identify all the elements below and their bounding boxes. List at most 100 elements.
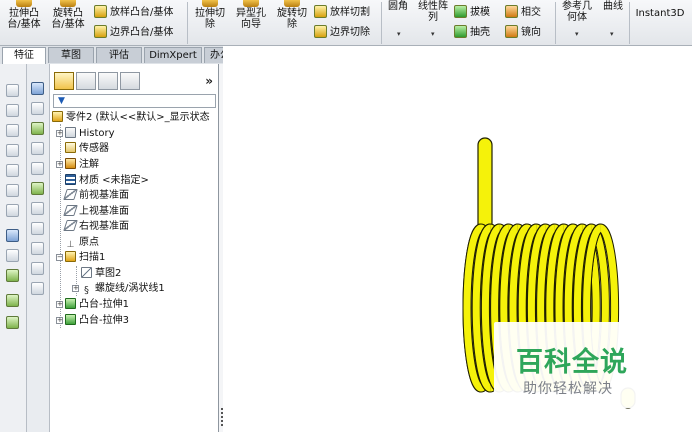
view-icon[interactable] (6, 104, 19, 117)
fillet-dropdown-icon[interactable]: ▾ (397, 30, 401, 38)
tree-item-front-plane[interactable]: 前视基准面 (63, 188, 129, 203)
tool-icon[interactable] (31, 122, 44, 135)
tab-dimxpert[interactable]: DimXpert (144, 47, 202, 63)
instant3d-button[interactable]: Instant3D (632, 0, 688, 44)
view-icon[interactable] (6, 144, 19, 157)
tree-item-sketch2[interactable]: 草图2 (81, 266, 121, 281)
tab-sketch-label: 草图 (61, 50, 81, 61)
tree-item-helix[interactable]: + § 螺旋线/涡状线1 (72, 281, 165, 296)
tree-item-annotations[interactable]: + 注解 (56, 157, 99, 172)
boss-extrude-icon (65, 298, 76, 309)
tree-item-label: 材质 <未指定> (79, 175, 149, 186)
expand-icon[interactable]: + (56, 161, 63, 168)
tool-icon[interactable] (31, 142, 44, 155)
fillet-label: 圆角 (388, 1, 408, 12)
view-icon[interactable] (6, 184, 19, 197)
intersect-label: 相交 (521, 7, 541, 18)
revolve-cut-button[interactable]: 旋转切 除 (272, 0, 312, 44)
curves-dropdown-icon[interactable]: ▾ (610, 30, 614, 38)
tree-item-label: 前视基准面 (79, 190, 129, 201)
filter-icon[interactable]: ▼ (58, 96, 65, 106)
revolve-boss-label: 旋转凸 台/基体 (51, 8, 85, 30)
tab-sketch[interactable]: 草图 (48, 47, 94, 63)
tree-item-label: 原点 (79, 237, 99, 248)
loft-boss-icon (94, 5, 107, 18)
tree-root-part[interactable]: 零件2 (默认<<默认>_显示状态 (52, 110, 210, 125)
tool-icon[interactable] (31, 162, 44, 175)
feature-tool-icon[interactable] (6, 269, 19, 282)
boundary-cut-button[interactable]: 边界切除 (314, 25, 370, 40)
tool-icon[interactable] (31, 182, 44, 195)
feature-tool-icon[interactable] (6, 316, 19, 329)
property-manager-tab-icon[interactable] (76, 72, 96, 90)
view-icon[interactable] (6, 124, 19, 137)
sketch-tool-icon[interactable] (6, 249, 19, 262)
tab-features[interactable]: 特征 (2, 47, 46, 64)
tool-icon[interactable] (31, 202, 44, 215)
table-icon[interactable] (31, 82, 44, 95)
expand-icon[interactable]: + (56, 301, 63, 308)
watermark-logo: 百科全说 (516, 347, 628, 378)
tool-icon[interactable] (31, 282, 44, 295)
linear-pattern-label: 线性阵 列 (418, 1, 448, 23)
draft-button[interactable]: 拔模 (454, 5, 490, 20)
tree-item-history[interactable]: + History (56, 126, 115, 141)
hole-wizard-button[interactable]: 异型孔 向导 (231, 0, 271, 44)
tab-evaluate[interactable]: 评估 (96, 47, 142, 63)
tool-icon[interactable] (31, 222, 44, 235)
tree-item-sensors[interactable]: 传感器 (65, 141, 109, 156)
expand-icon[interactable]: + (56, 317, 63, 324)
ref-geometry-dropdown-icon[interactable]: ▾ (575, 30, 579, 38)
shell-button[interactable]: 抽壳 (454, 25, 490, 40)
tree-item-sweep1[interactable]: − 扫描1 (56, 250, 105, 265)
tree-item-label: 注解 (79, 159, 99, 170)
pattern-dropdown-icon[interactable]: ▾ (431, 30, 435, 38)
expand-icon[interactable]: + (72, 285, 79, 292)
intersect-button[interactable]: 相交 (505, 5, 541, 20)
tree-item-material[interactable]: 材质 <未指定> (65, 173, 149, 188)
edit-icon[interactable] (6, 229, 19, 242)
ribbon-separator (555, 2, 556, 44)
extrude-cut-icon (202, 0, 218, 7)
tree-item-top-plane[interactable]: 上视基准面 (63, 204, 129, 219)
configuration-manager-tab-icon[interactable] (98, 72, 118, 90)
view-icon[interactable] (6, 204, 19, 217)
extrude-boss-icon (16, 0, 32, 7)
tree-item-right-plane[interactable]: 右视基准面 (63, 219, 129, 234)
ribbon-separator (381, 2, 382, 44)
boss-extrude-icon (65, 314, 76, 325)
tree-root-label: 零件2 (默认<<默认>_显示状态 (66, 112, 210, 123)
watermark-badge: 百科全说 助你轻松解决 (494, 322, 668, 408)
sensor-icon (65, 142, 76, 153)
collapse-icon[interactable]: − (56, 254, 63, 261)
mirror-button[interactable]: 镜向 (505, 25, 541, 40)
feature-tool-icon[interactable] (6, 294, 19, 307)
ribbon-separator (629, 2, 630, 44)
extrude-boss-button[interactable]: 拉伸凸 台/基体 (4, 0, 44, 44)
plane-icon (63, 220, 78, 231)
instant3d-label: Instant3D (635, 8, 685, 19)
expand-icon[interactable]: + (56, 130, 63, 137)
revolve-boss-icon (60, 0, 76, 7)
boundary-boss-button[interactable]: 边界凸台/基体 (94, 25, 173, 40)
loft-boss-button[interactable]: 放样凸台/基体 (94, 5, 173, 20)
loft-cut-button[interactable]: 放样切割 (314, 5, 370, 20)
revolve-boss-button[interactable]: 旋转凸 台/基体 (48, 0, 88, 44)
tree-item-origin[interactable]: ⊥ 原点 (65, 235, 99, 250)
tree-item-boss-extrude1[interactable]: + 凸台-拉伸1 (56, 297, 129, 312)
tool-icon[interactable] (31, 102, 44, 115)
tool-icon[interactable] (31, 262, 44, 275)
view-icon[interactable] (6, 164, 19, 177)
mirror-label: 镜向 (521, 27, 541, 38)
tree-item-label: 凸台-拉伸1 (79, 299, 129, 310)
view-icon[interactable] (6, 84, 19, 97)
feature-manager-tab-icon[interactable] (54, 72, 74, 90)
tree-filter-bar[interactable]: ▼ (53, 94, 216, 108)
loft-cut-icon (314, 5, 327, 18)
more-tabs-button[interactable]: » (205, 74, 213, 88)
extrude-cut-button[interactable]: 拉伸切 除 (190, 0, 230, 44)
display-manager-tab-icon[interactable] (120, 72, 140, 90)
curves-label: 曲线 (603, 1, 623, 12)
tree-item-boss-extrude3[interactable]: + 凸台-拉伸3 (56, 313, 129, 328)
tool-icon[interactable] (31, 242, 44, 255)
